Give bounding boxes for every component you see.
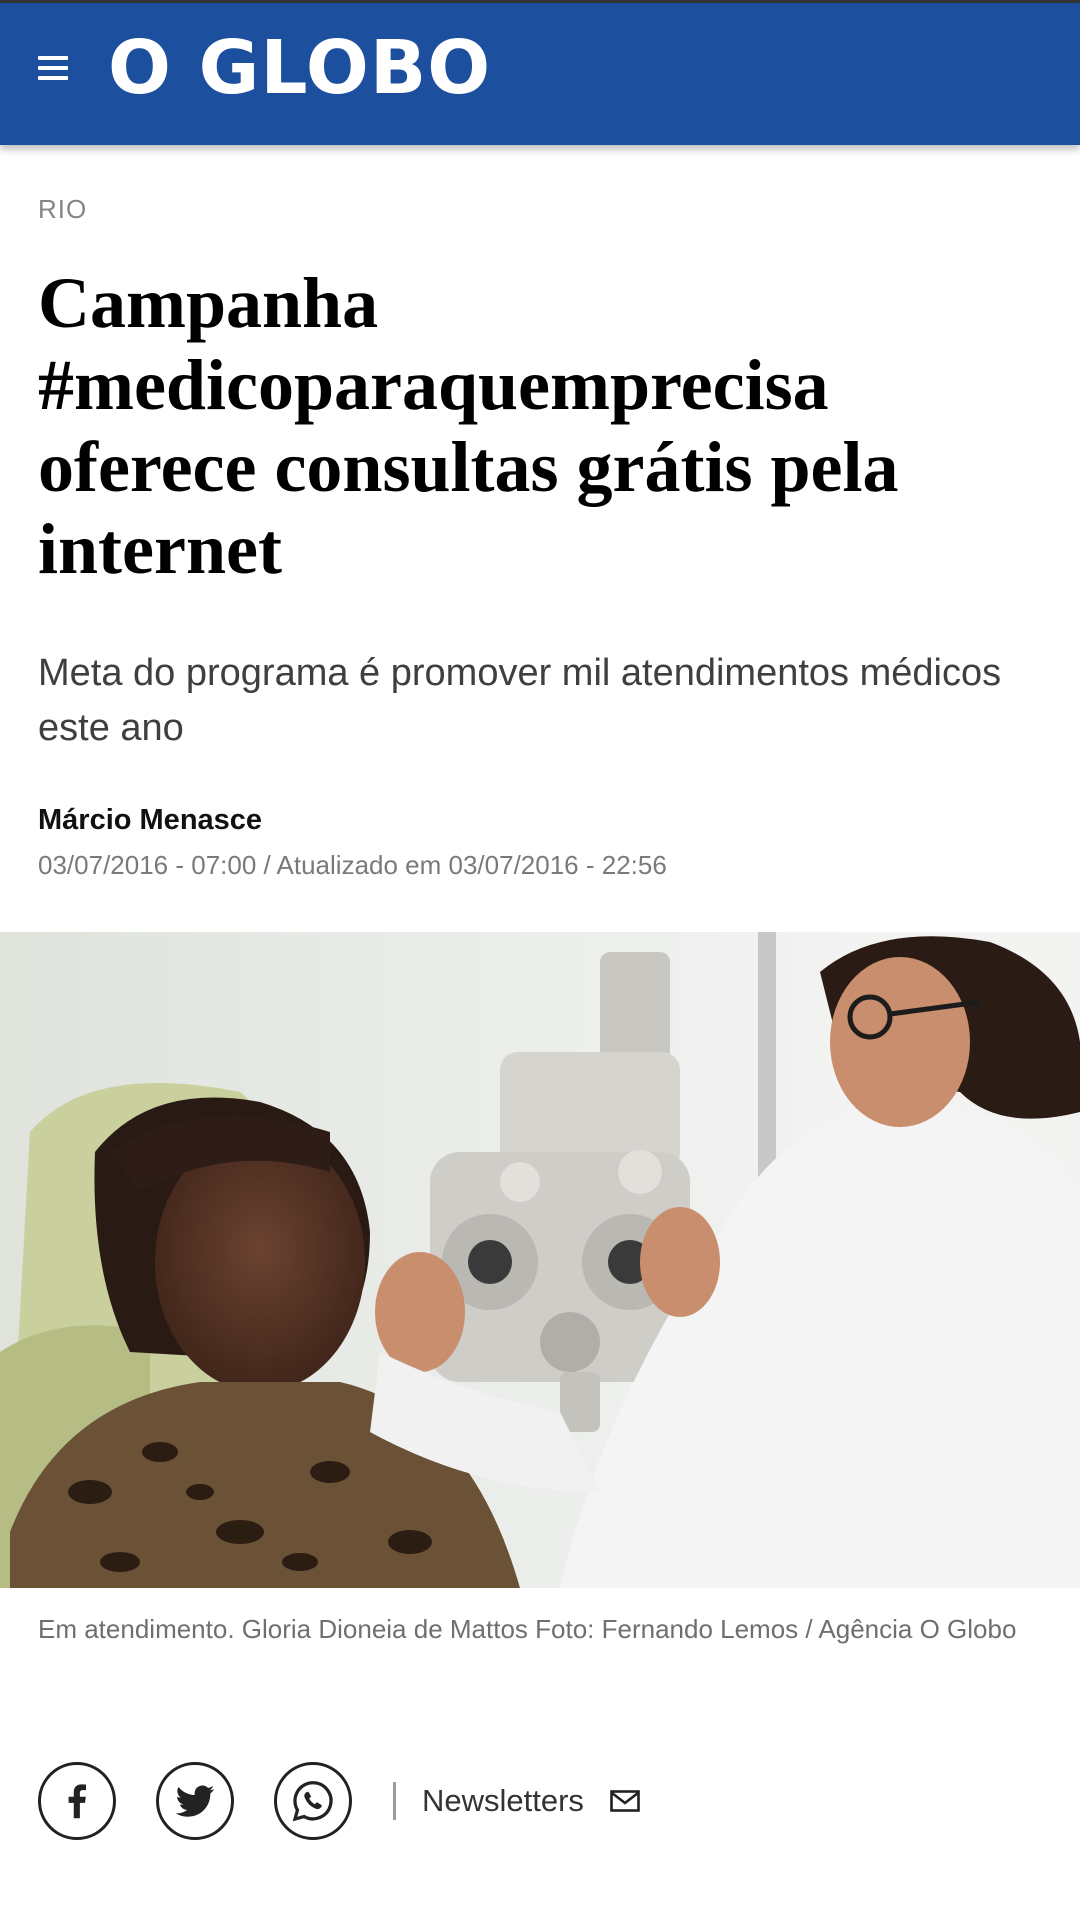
twitter-icon[interactable] [156,1762,234,1840]
section-label[interactable]: RIO [38,194,87,225]
article-photo[interactable] [0,932,1080,1588]
share-divider [393,1782,396,1820]
share-bar: Newsletters [38,1762,1038,1842]
whatsapp-icon[interactable] [274,1762,352,1840]
site-logo[interactable]: O GLOBO [108,28,491,108]
site-header: O GLOBO [0,0,1080,145]
newsletters-label: Newsletters [422,1783,584,1818]
article-dates: 03/07/2016 - 07:00 / Atualizado em 03/07… [38,850,667,880]
hamburger-menu-icon[interactable] [28,42,78,92]
newsletters-link[interactable]: Newsletters [422,1776,640,1826]
article-subtitle: Meta do programa é promover mil atendime… [38,652,1002,749]
mail-icon [610,1790,640,1812]
eye-exam-photo-illustration [0,932,1080,1588]
article-author: Márcio Menasce [38,804,263,836]
facebook-icon[interactable] [38,1762,116,1840]
article-headline: Campanha #medicoparaquemprecisa oferece … [38,263,899,589]
photo-caption: Em atendimento. Gloria Dioneia de Mattos… [38,1614,1017,1644]
